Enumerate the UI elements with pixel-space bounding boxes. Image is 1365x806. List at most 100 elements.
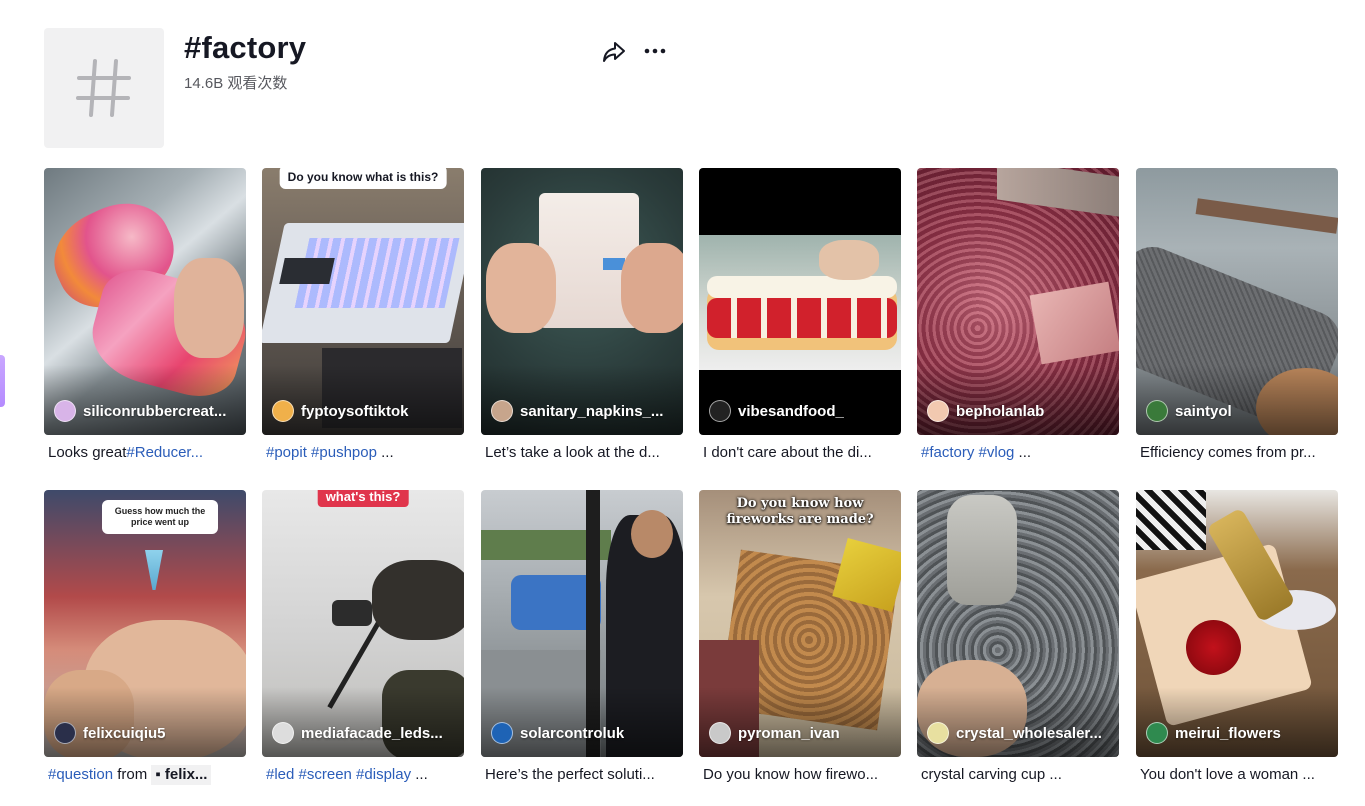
caption-text: crystal carving cup ... — [921, 766, 1062, 783]
video-card[interactable]: Guess how much the price went up felixcu… — [44, 490, 246, 785]
author-name: mediafacade_leds... — [301, 724, 443, 742]
caption-text: You don't love a woman ... — [1140, 766, 1315, 783]
video-thumbnail[interactable]: vibesandfood_ — [699, 168, 901, 435]
video-card[interactable]: saintyol Efficiency comes from pr... — [1136, 168, 1338, 463]
author-avatar — [709, 400, 731, 422]
video-thumbnail[interactable]: Do you know what is this? fyptoysoftikto… — [262, 168, 464, 435]
video-thumbnail[interactable]: saintyol — [1136, 168, 1338, 435]
author-link[interactable]: mediafacade_leds... — [272, 722, 458, 744]
author-link[interactable]: felixcuiqiu5 — [54, 722, 240, 744]
share-button[interactable] — [600, 38, 628, 66]
video-thumbnail[interactable]: crystal_wholesaler... — [917, 490, 1119, 757]
author-link[interactable]: saintyol — [1146, 400, 1332, 422]
author-avatar — [491, 722, 513, 744]
hashtag-icon — [76, 59, 131, 117]
caption-text: ... — [1014, 444, 1032, 461]
video-card[interactable]: bepholanlab #factory #vlog ... — [917, 168, 1119, 463]
author-avatar — [927, 400, 949, 422]
author-avatar — [709, 722, 731, 744]
author-link[interactable]: sanitary_napkins_... — [491, 400, 677, 422]
video-overlay-text: what's this? — [317, 490, 409, 507]
author-link[interactable]: pyroman_ivan — [709, 722, 895, 744]
more-icon — [644, 48, 666, 54]
caption-hashtag[interactable]: #led #screen #display — [266, 766, 411, 783]
author-link[interactable]: vibesandfood_ — [709, 400, 895, 422]
author-link[interactable]: solarcontroluk — [491, 722, 677, 744]
video-thumbnail[interactable]: Do you know how fireworks are made? pyro… — [699, 490, 901, 757]
author-avatar — [1146, 400, 1168, 422]
video-caption[interactable]: I don't care about the di... — [699, 443, 899, 463]
video-caption[interactable]: #popit #pushpop ... — [262, 443, 462, 463]
author-name: vibesandfood_ — [738, 402, 844, 420]
author-avatar — [54, 400, 76, 422]
video-caption[interactable]: Efficiency comes from pr... — [1136, 443, 1336, 463]
video-thumbnail[interactable]: what's this? mediafacade_leds... — [262, 490, 464, 757]
video-caption[interactable]: crystal carving cup ... — [917, 765, 1117, 785]
caption-hashtag[interactable]: #factory #vlog — [921, 444, 1014, 461]
author-name: solarcontroluk — [520, 724, 625, 742]
video-overlay-text: Guess how much the price went up — [102, 500, 218, 534]
author-name: saintyol — [1175, 402, 1232, 420]
video-thumbnail[interactable]: solarcontroluk — [481, 490, 683, 757]
video-card[interactable]: vibesandfood_ I don't care about the di.… — [699, 168, 901, 463]
share-icon — [603, 42, 625, 62]
video-caption[interactable]: Do you know how firewo... — [699, 765, 899, 785]
caption-text: Looks great — [48, 444, 127, 461]
view-count: 14.6B 观看次数 — [184, 75, 288, 92]
mention-name: felix... — [164, 766, 208, 783]
video-card[interactable]: siliconrubbercreat... Looks great#Reduce… — [44, 168, 246, 463]
caption-hashtag[interactable]: #question — [48, 766, 113, 783]
caption-text: Here’s the perfect soluti... — [485, 766, 655, 783]
author-link[interactable]: crystal_wholesaler... — [927, 722, 1113, 744]
author-name: bepholanlab — [956, 402, 1045, 420]
caption-text: I don't care about the di... — [703, 444, 872, 461]
author-name: crystal_wholesaler... — [956, 724, 1102, 742]
author-name: siliconrubbercreat... — [83, 402, 227, 420]
author-link[interactable]: siliconrubbercreat... — [54, 400, 240, 422]
author-name: sanitary_napkins_... — [520, 402, 664, 420]
author-avatar — [54, 722, 76, 744]
video-card[interactable]: crystal_wholesaler... crystal carving cu… — [917, 490, 1119, 785]
hashtag-avatar — [44, 28, 164, 148]
video-caption[interactable]: #factory #vlog ... — [917, 443, 1117, 463]
author-name: felixcuiqiu5 — [83, 724, 166, 742]
video-card[interactable]: Do you know what is this? fyptoysoftikto… — [262, 168, 464, 463]
video-caption[interactable]: You don't love a woman ... — [1136, 765, 1336, 785]
video-card[interactable]: solarcontroluk Here’s the perfect soluti… — [481, 490, 683, 785]
page-title: #factory — [184, 30, 307, 65]
author-name: fyptoysoftiktok — [301, 402, 409, 420]
video-thumbnail[interactable]: sanitary_napkins_... — [481, 168, 683, 435]
video-overlay-text: Do you know what is this? — [279, 168, 447, 189]
caption-text: Efficiency comes from pr... — [1140, 444, 1316, 461]
author-avatar — [272, 722, 294, 744]
video-card[interactable]: what's this? mediafacade_leds... #led #s… — [262, 490, 464, 785]
video-overlay-text: Do you know how fireworks are made? — [726, 496, 874, 527]
video-card[interactable]: Do you know how fireworks are made? pyro… — [699, 490, 901, 785]
author-name: pyroman_ivan — [738, 724, 840, 742]
video-caption[interactable]: Looks great#Reducer... — [44, 443, 244, 463]
caption-hashtag[interactable]: #Reducer... — [126, 444, 203, 461]
video-caption[interactable]: Here’s the perfect soluti... — [481, 765, 681, 785]
author-avatar — [491, 400, 513, 422]
video-card[interactable]: meirui_flowers You don't love a woman ..… — [1136, 490, 1338, 785]
caption-text: Do you know how firewo... — [703, 766, 879, 783]
video-card[interactable]: sanitary_napkins_... Let’s take a look a… — [481, 168, 683, 463]
video-thumbnail[interactable]: Guess how much the price went up felixcu… — [44, 490, 246, 757]
video-caption[interactable]: #led #screen #display ... — [262, 765, 462, 785]
caption-mention-chip[interactable]: ▪ felix... — [151, 765, 212, 785]
sidebar-edge-indicator — [0, 355, 5, 407]
author-avatar — [272, 400, 294, 422]
caption-text: ... — [376, 444, 394, 461]
video-thumbnail[interactable]: siliconrubbercreat... — [44, 168, 246, 435]
caption-text: Let’s take a look at the d... — [485, 444, 660, 461]
author-link[interactable]: fyptoysoftiktok — [272, 400, 458, 422]
author-link[interactable]: bepholanlab — [927, 400, 1113, 422]
author-name: meirui_flowers — [1175, 724, 1281, 742]
video-thumbnail[interactable]: meirui_flowers — [1136, 490, 1338, 757]
more-options-button[interactable] — [642, 38, 668, 64]
video-caption[interactable]: #question from ▪ felix... — [44, 765, 244, 785]
author-link[interactable]: meirui_flowers — [1146, 722, 1332, 744]
video-caption[interactable]: Let’s take a look at the d... — [481, 443, 681, 463]
video-thumbnail[interactable]: bepholanlab — [917, 168, 1119, 435]
caption-hashtag[interactable]: #popit #pushpop — [266, 444, 377, 461]
